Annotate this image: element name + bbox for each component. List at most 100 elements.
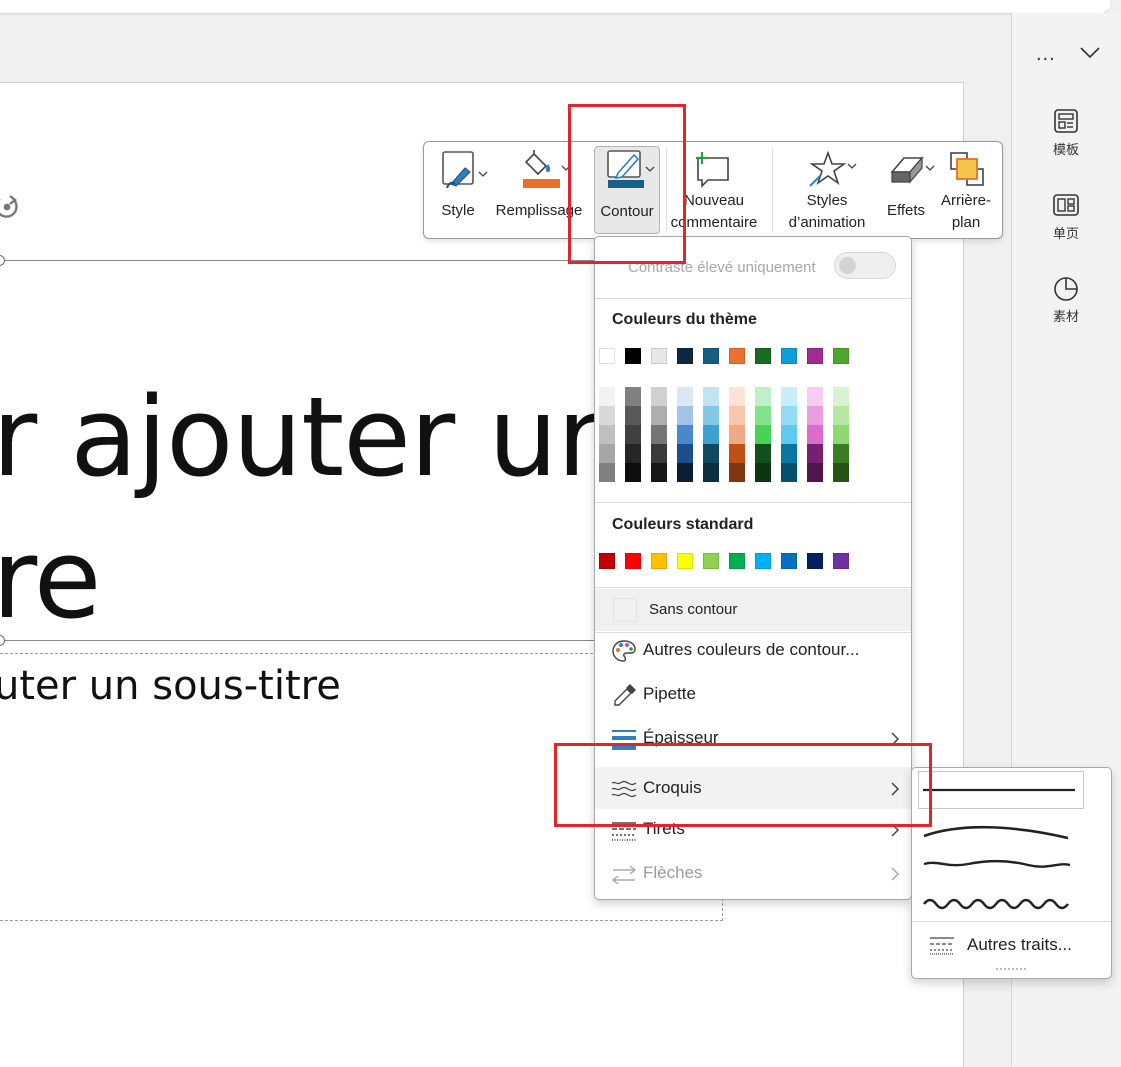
standard-color-swatch[interactable]: [755, 553, 771, 569]
theme-shade-swatch[interactable]: [677, 387, 693, 406]
standard-color-swatch[interactable]: [703, 553, 719, 569]
more-lines-item[interactable]: Autres traits...: [912, 923, 1111, 967]
standard-color-swatch[interactable]: [729, 553, 745, 569]
theme-shade-swatch[interactable]: [729, 406, 745, 425]
theme-shade-swatch[interactable]: [755, 406, 771, 425]
sketch-item[interactable]: Croquis: [595, 767, 911, 809]
theme-shade-swatch[interactable]: [833, 406, 849, 425]
standard-color-swatch[interactable]: [677, 553, 693, 569]
theme-shade-swatch[interactable]: [807, 425, 823, 444]
theme-shade-swatch[interactable]: [807, 406, 823, 425]
theme-shade-swatch[interactable]: [599, 406, 615, 425]
theme-shade-swatch[interactable]: [729, 425, 745, 444]
eyedropper-item[interactable]: Pipette: [595, 673, 911, 717]
theme-color-swatch[interactable]: [807, 348, 823, 364]
new-comment-button[interactable]: Nouveau commentaire: [668, 146, 760, 232]
theme-shade-swatch[interactable]: [625, 425, 641, 444]
theme-shade-swatch[interactable]: [729, 444, 745, 463]
theme-shade-swatch[interactable]: [599, 463, 615, 482]
theme-color-swatch[interactable]: [703, 348, 719, 364]
theme-shade-swatch[interactable]: [833, 387, 849, 406]
theme-shade-swatch[interactable]: [625, 463, 641, 482]
theme-color-swatch[interactable]: [755, 348, 771, 364]
theme-shade-swatch[interactable]: [651, 444, 667, 463]
theme-shade-swatch[interactable]: [781, 406, 797, 425]
outline-button[interactable]: Contour: [594, 146, 660, 234]
standard-color-swatch[interactable]: [807, 553, 823, 569]
standard-color-swatch[interactable]: [651, 553, 667, 569]
theme-shade-swatch[interactable]: [677, 444, 693, 463]
theme-shade-swatch[interactable]: [677, 406, 693, 425]
arrows-item[interactable]: Flèches: [595, 852, 911, 896]
theme-shade-swatch[interactable]: [755, 463, 771, 482]
theme-shade-swatch[interactable]: [703, 444, 719, 463]
theme-shade-swatch[interactable]: [651, 463, 667, 482]
theme-color-swatch[interactable]: [729, 348, 745, 364]
theme-shade-swatch[interactable]: [703, 406, 719, 425]
theme-shade-swatch[interactable]: [781, 387, 797, 406]
resize-grip[interactable]: [996, 968, 1026, 973]
theme-shade-swatch[interactable]: [599, 387, 615, 406]
rotate-handle-icon[interactable]: [0, 190, 24, 224]
theme-color-swatch[interactable]: [677, 348, 693, 364]
theme-color-swatch[interactable]: [651, 348, 667, 364]
effects-button[interactable]: Effets: [880, 146, 935, 232]
chevron-down-icon[interactable]: [1079, 42, 1101, 62]
theme-shade-swatch[interactable]: [833, 444, 849, 463]
theme-color-swatch[interactable]: [833, 348, 849, 364]
theme-shade-swatch[interactable]: [625, 444, 641, 463]
theme-color-swatch[interactable]: [599, 348, 615, 364]
sketch-option-freehand[interactable]: [918, 848, 1082, 884]
theme-shade-swatch[interactable]: [625, 406, 641, 425]
theme-shade-swatch[interactable]: [703, 387, 719, 406]
sidepane-templates[interactable]: 模板: [1036, 106, 1096, 158]
more-options-icon[interactable]: ...: [1036, 43, 1056, 66]
theme-shade-swatch[interactable]: [781, 425, 797, 444]
sidepane-assets[interactable]: 素材: [1036, 273, 1096, 325]
subtitle-placeholder[interactable]: uter un sous-titre: [0, 663, 341, 709]
sketch-option-scribble[interactable]: [918, 888, 1082, 924]
theme-shade-swatch[interactable]: [599, 444, 615, 463]
theme-shade-swatch[interactable]: [599, 425, 615, 444]
sketch-option-straight[interactable]: [918, 771, 1084, 809]
resize-handle[interactable]: [0, 255, 5, 266]
sidepane-single-page[interactable]: 单页: [1036, 190, 1096, 242]
no-outline-item[interactable]: Sans contour: [595, 589, 911, 631]
theme-shade-swatch[interactable]: [807, 444, 823, 463]
high-contrast-toggle[interactable]: [834, 252, 896, 279]
standard-color-swatch[interactable]: [599, 553, 615, 569]
theme-shade-swatch[interactable]: [807, 387, 823, 406]
theme-shade-swatch[interactable]: [651, 387, 667, 406]
fill-button[interactable]: Remplissage: [492, 146, 586, 232]
theme-shade-swatch[interactable]: [651, 406, 667, 425]
standard-color-swatch[interactable]: [781, 553, 797, 569]
theme-shade-swatch[interactable]: [833, 425, 849, 444]
theme-color-swatch[interactable]: [781, 348, 797, 364]
weight-item[interactable]: Épaisseur: [595, 717, 911, 761]
theme-shade-swatch[interactable]: [677, 463, 693, 482]
dashes-item[interactable]: Tirets: [595, 808, 911, 852]
theme-shade-swatch[interactable]: [755, 444, 771, 463]
title-placeholder[interactable]: r ajouter un re: [0, 366, 627, 650]
theme-shade-swatch[interactable]: [729, 387, 745, 406]
theme-color-swatch[interactable]: [625, 348, 641, 364]
theme-shade-swatch[interactable]: [677, 425, 693, 444]
standard-color-swatch[interactable]: [833, 553, 849, 569]
standard-color-swatch[interactable]: [625, 553, 641, 569]
theme-shade-swatch[interactable]: [625, 387, 641, 406]
theme-shade-swatch[interactable]: [651, 425, 667, 444]
more-outline-colors-item[interactable]: Autres couleurs de contour...: [595, 629, 911, 673]
theme-shade-swatch[interactable]: [807, 463, 823, 482]
animation-styles-button[interactable]: Styles d’animation: [778, 146, 876, 232]
theme-shade-swatch[interactable]: [781, 444, 797, 463]
theme-shade-swatch[interactable]: [703, 425, 719, 444]
theme-shade-swatch[interactable]: [729, 463, 745, 482]
theme-shade-swatch[interactable]: [833, 463, 849, 482]
theme-shade-swatch[interactable]: [755, 387, 771, 406]
style-button[interactable]: Style: [432, 146, 488, 232]
theme-shade-swatch[interactable]: [755, 425, 771, 444]
background-button[interactable]: Arrière- plan: [936, 146, 996, 232]
theme-shade-swatch[interactable]: [781, 463, 797, 482]
sketch-option-curved[interactable]: [918, 816, 1082, 852]
theme-shade-swatch[interactable]: [703, 463, 719, 482]
